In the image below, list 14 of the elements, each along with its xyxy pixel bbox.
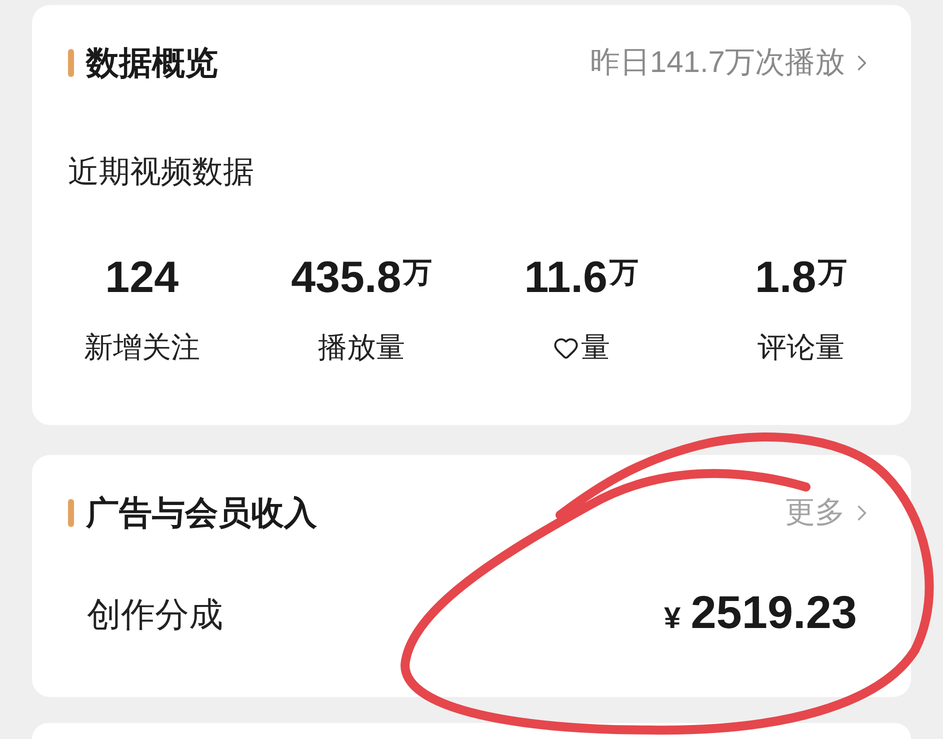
section-subtitle: 近期视频数据 [68, 154, 254, 189]
stat-label: 评论量 [758, 331, 845, 366]
stat-label: 量 [580, 331, 610, 366]
stat-label: 新增关注 [84, 331, 200, 366]
stat-label: 播放量 [318, 331, 406, 366]
accent-bar [68, 499, 74, 527]
accent-bar [68, 49, 74, 77]
section-link[interactable]: 昨日141.7万次播放 [590, 45, 875, 81]
section-title: 广告与会员收入 [86, 495, 317, 531]
section-title: 数据概览 [86, 45, 218, 81]
section-link[interactable]: 更多 [785, 495, 875, 531]
income-amount: ¥ 2519.23 [664, 586, 857, 640]
stat-value: 124 [105, 253, 179, 303]
income-label: 创作分成 [87, 595, 223, 636]
